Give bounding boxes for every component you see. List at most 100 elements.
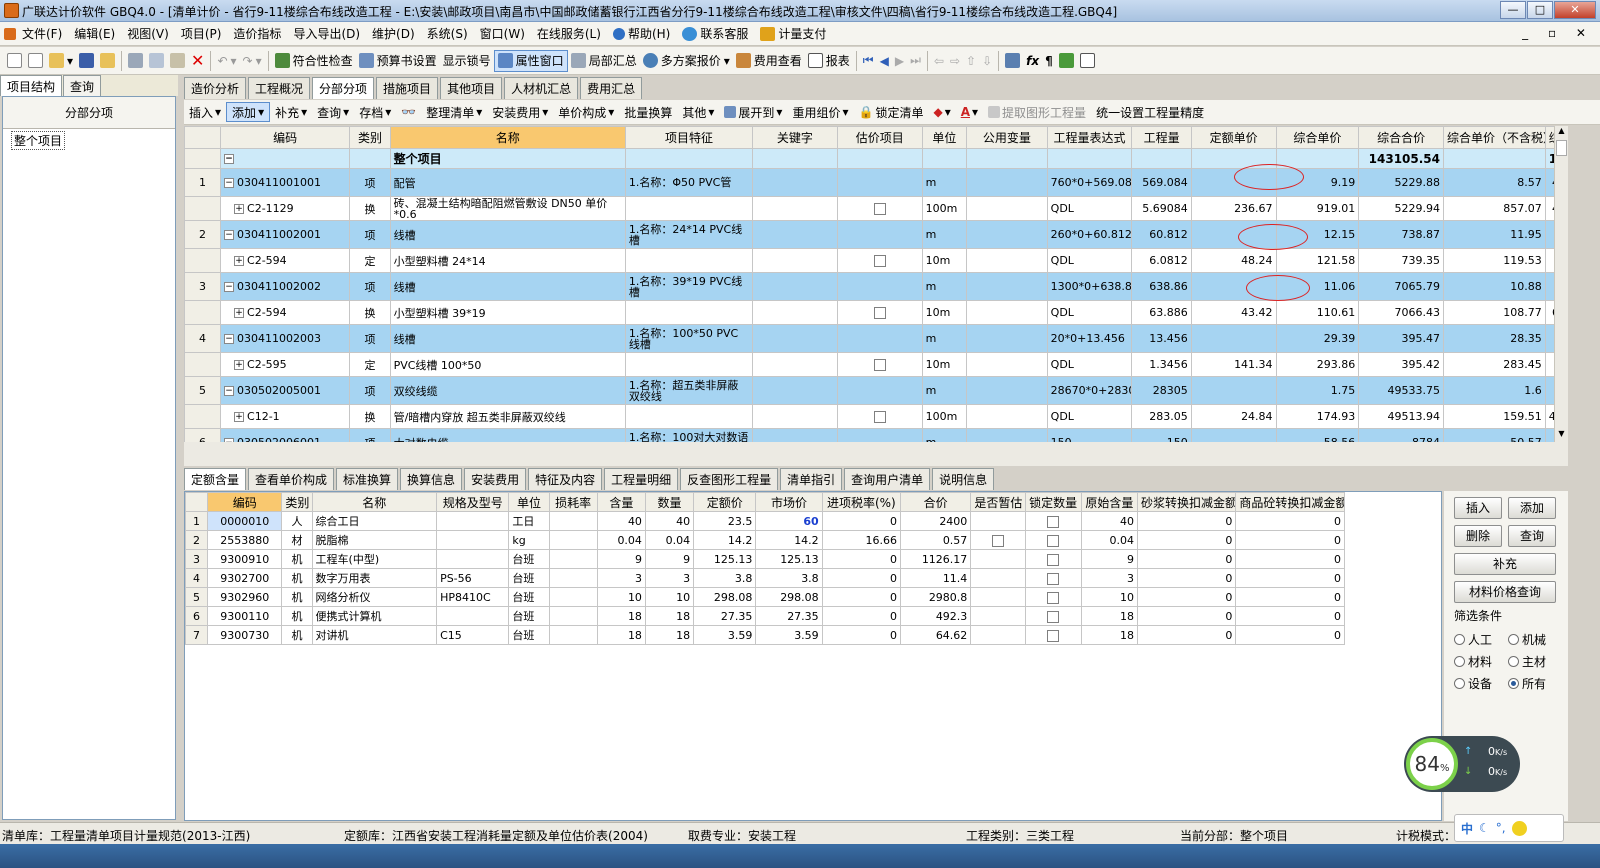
- item-norm-price[interactable]: 236.67: [1190, 196, 1277, 221]
- undo-button[interactable]: ↶ ▾: [214, 50, 239, 72]
- item-total-price-notax[interactable]: 72: [1544, 220, 1554, 249]
- item-unit-price-notax[interactable]: 159.51: [1443, 404, 1546, 429]
- resource-lock[interactable]: [1024, 625, 1082, 645]
- item-unit-price[interactable]: 58.56: [1275, 428, 1360, 442]
- resource-tax-rate[interactable]: 0: [821, 549, 902, 569]
- maximize-button[interactable]: □: [1527, 1, 1553, 19]
- item-name[interactable]: 双绞线缆: [389, 376, 626, 405]
- resource-category[interactable]: 人: [281, 511, 313, 531]
- col-norm-price[interactable]: 定额单价: [1190, 126, 1277, 149]
- resource-orig-content[interactable]: 9: [1080, 549, 1139, 569]
- copy-button[interactable]: [146, 50, 167, 72]
- paste-button[interactable]: [167, 50, 188, 72]
- col-name[interactable]: 名称: [389, 126, 626, 149]
- tab-project-overview[interactable]: 工程概况: [248, 77, 311, 99]
- item-feature[interactable]: [624, 352, 754, 377]
- item-feature[interactable]: 1.名称：24*14 PVC线槽: [624, 220, 754, 249]
- splitter[interactable]: [184, 442, 1568, 466]
- item-unit-price-notax[interactable]: 10.88: [1443, 272, 1546, 301]
- item-keyword[interactable]: [752, 352, 838, 377]
- scroll-up-icon[interactable]: ▲: [1555, 126, 1568, 139]
- resource-quantity[interactable]: 18: [644, 625, 695, 645]
- item-name[interactable]: 线槽: [389, 324, 626, 353]
- resource-category[interactable]: 机: [281, 587, 313, 607]
- item-estimate[interactable]: [836, 272, 923, 301]
- item-code[interactable]: + C2-595: [220, 352, 351, 377]
- item-unit-price-notax[interactable]: 50.57: [1443, 428, 1546, 442]
- item-feature[interactable]: [624, 196, 754, 221]
- resource-norm-price[interactable]: 27.35: [693, 606, 757, 626]
- organize-list-menu[interactable]: 整理清单 ▾: [421, 104, 487, 121]
- lock-qty-checkbox[interactable]: [1047, 610, 1060, 623]
- resource-concrete[interactable]: 0: [1235, 606, 1345, 626]
- item-name[interactable]: PVC线槽 100*50: [389, 352, 626, 377]
- resource-loss[interactable]: [548, 625, 598, 645]
- resource-spec[interactable]: C15: [436, 625, 510, 645]
- item-code[interactable]: −030411002001: [220, 220, 351, 249]
- col2-estimate[interactable]: 是否暂估: [970, 492, 1026, 512]
- menu-window[interactable]: 窗口(W): [474, 25, 531, 42]
- lock-list-button[interactable]: 🔒 锁定清单: [853, 104, 928, 121]
- bill-item-row[interactable]: 6−030502006001项大对数电缆1.名称：100对大对数语音线 m 1501…: [184, 428, 1554, 442]
- item-estimate[interactable]: [836, 220, 923, 249]
- filter-radio[interactable]: 人工: [1454, 631, 1492, 648]
- item-variable[interactable]: [966, 272, 1048, 301]
- estimate-checkbox[interactable]: [873, 203, 886, 215]
- resource-sum[interactable]: 2400: [900, 511, 972, 531]
- item-variable[interactable]: [966, 168, 1048, 197]
- item-total-price-notax[interactable]: 758: [1544, 428, 1554, 442]
- col-feature[interactable]: 项目特征: [624, 126, 754, 149]
- item-quantity[interactable]: 638.86: [1131, 272, 1192, 301]
- item-expression[interactable]: 150: [1046, 428, 1133, 442]
- tab-cost-analysis[interactable]: 造价分析: [184, 77, 247, 99]
- resource-estimate[interactable]: [970, 587, 1026, 607]
- item-variable[interactable]: [966, 428, 1048, 442]
- save-all-button[interactable]: [97, 50, 118, 72]
- resource-sum[interactable]: 0.57: [900, 530, 972, 550]
- filter-radio[interactable]: 机械: [1508, 631, 1546, 648]
- col2-name[interactable]: 名称: [311, 492, 438, 512]
- item-total-price[interactable]: 739.35: [1358, 248, 1444, 273]
- resource-loss[interactable]: [548, 530, 598, 550]
- resource-unit[interactable]: 台班: [508, 625, 550, 645]
- item-total-price[interactable]: 49533.75: [1358, 376, 1444, 405]
- resource-sum[interactable]: 492.3: [900, 606, 972, 626]
- col-estimate[interactable]: 估价项目: [836, 126, 923, 149]
- radio-dot[interactable]: [1454, 656, 1465, 667]
- item-name[interactable]: 小型塑料槽 39*19: [389, 300, 626, 325]
- item-total-price-notax[interactable]: 4877: [1544, 196, 1554, 221]
- item-unit-price-notax[interactable]: 108.77: [1443, 300, 1546, 325]
- batch-convert-button[interactable]: 批量换算: [619, 104, 677, 121]
- resource-sum[interactable]: 2980.8: [900, 587, 972, 607]
- resource-market-price[interactable]: 60: [755, 511, 823, 531]
- other-menu[interactable]: 其他 ▾: [677, 104, 719, 121]
- estimate-checkbox[interactable]: [873, 359, 886, 371]
- item-feature[interactable]: 1.名称：39*19 PVC线槽: [624, 272, 754, 301]
- partial-summary-button[interactable]: 局部汇总: [568, 50, 640, 72]
- new-button[interactable]: [4, 50, 25, 72]
- tab-labor-material[interactable]: 人材机汇总: [504, 77, 579, 99]
- item-quantity[interactable]: 1.3456: [1131, 352, 1192, 377]
- resource-norm-price[interactable]: 3.8: [693, 568, 757, 588]
- col-code[interactable]: 编码: [220, 126, 351, 149]
- item-keyword[interactable]: [752, 300, 838, 325]
- col2-market-price[interactable]: 市场价: [755, 492, 823, 512]
- radio-dot[interactable]: [1508, 634, 1519, 645]
- show-lock-button[interactable]: 显示锁号: [440, 50, 494, 72]
- resource-name[interactable]: 工程车(中型): [311, 549, 438, 569]
- resource-name[interactable]: 综合工日: [311, 511, 438, 531]
- open-button[interactable]: ▾: [46, 50, 76, 72]
- item-keyword[interactable]: [752, 324, 838, 353]
- item-total-price-notax[interactable]: 381: [1544, 352, 1554, 377]
- item-quantity[interactable]: 13.456: [1131, 324, 1192, 353]
- resource-orig-content[interactable]: 18: [1080, 606, 1139, 626]
- item-total-price-notax[interactable]: 6948: [1544, 300, 1554, 325]
- property-window-button[interactable]: 属性窗口: [493, 49, 568, 72]
- radio-dot[interactable]: [1508, 678, 1519, 689]
- resource-mortar[interactable]: 0: [1136, 568, 1237, 588]
- archive-menu[interactable]: 存档 ▾: [354, 104, 396, 121]
- prev-button[interactable]: ◀: [877, 50, 892, 72]
- close-button[interactable]: ✕: [1554, 1, 1596, 19]
- conform-check-button[interactable]: 符合性检查: [272, 50, 356, 72]
- resource-mortar[interactable]: 0: [1136, 530, 1237, 550]
